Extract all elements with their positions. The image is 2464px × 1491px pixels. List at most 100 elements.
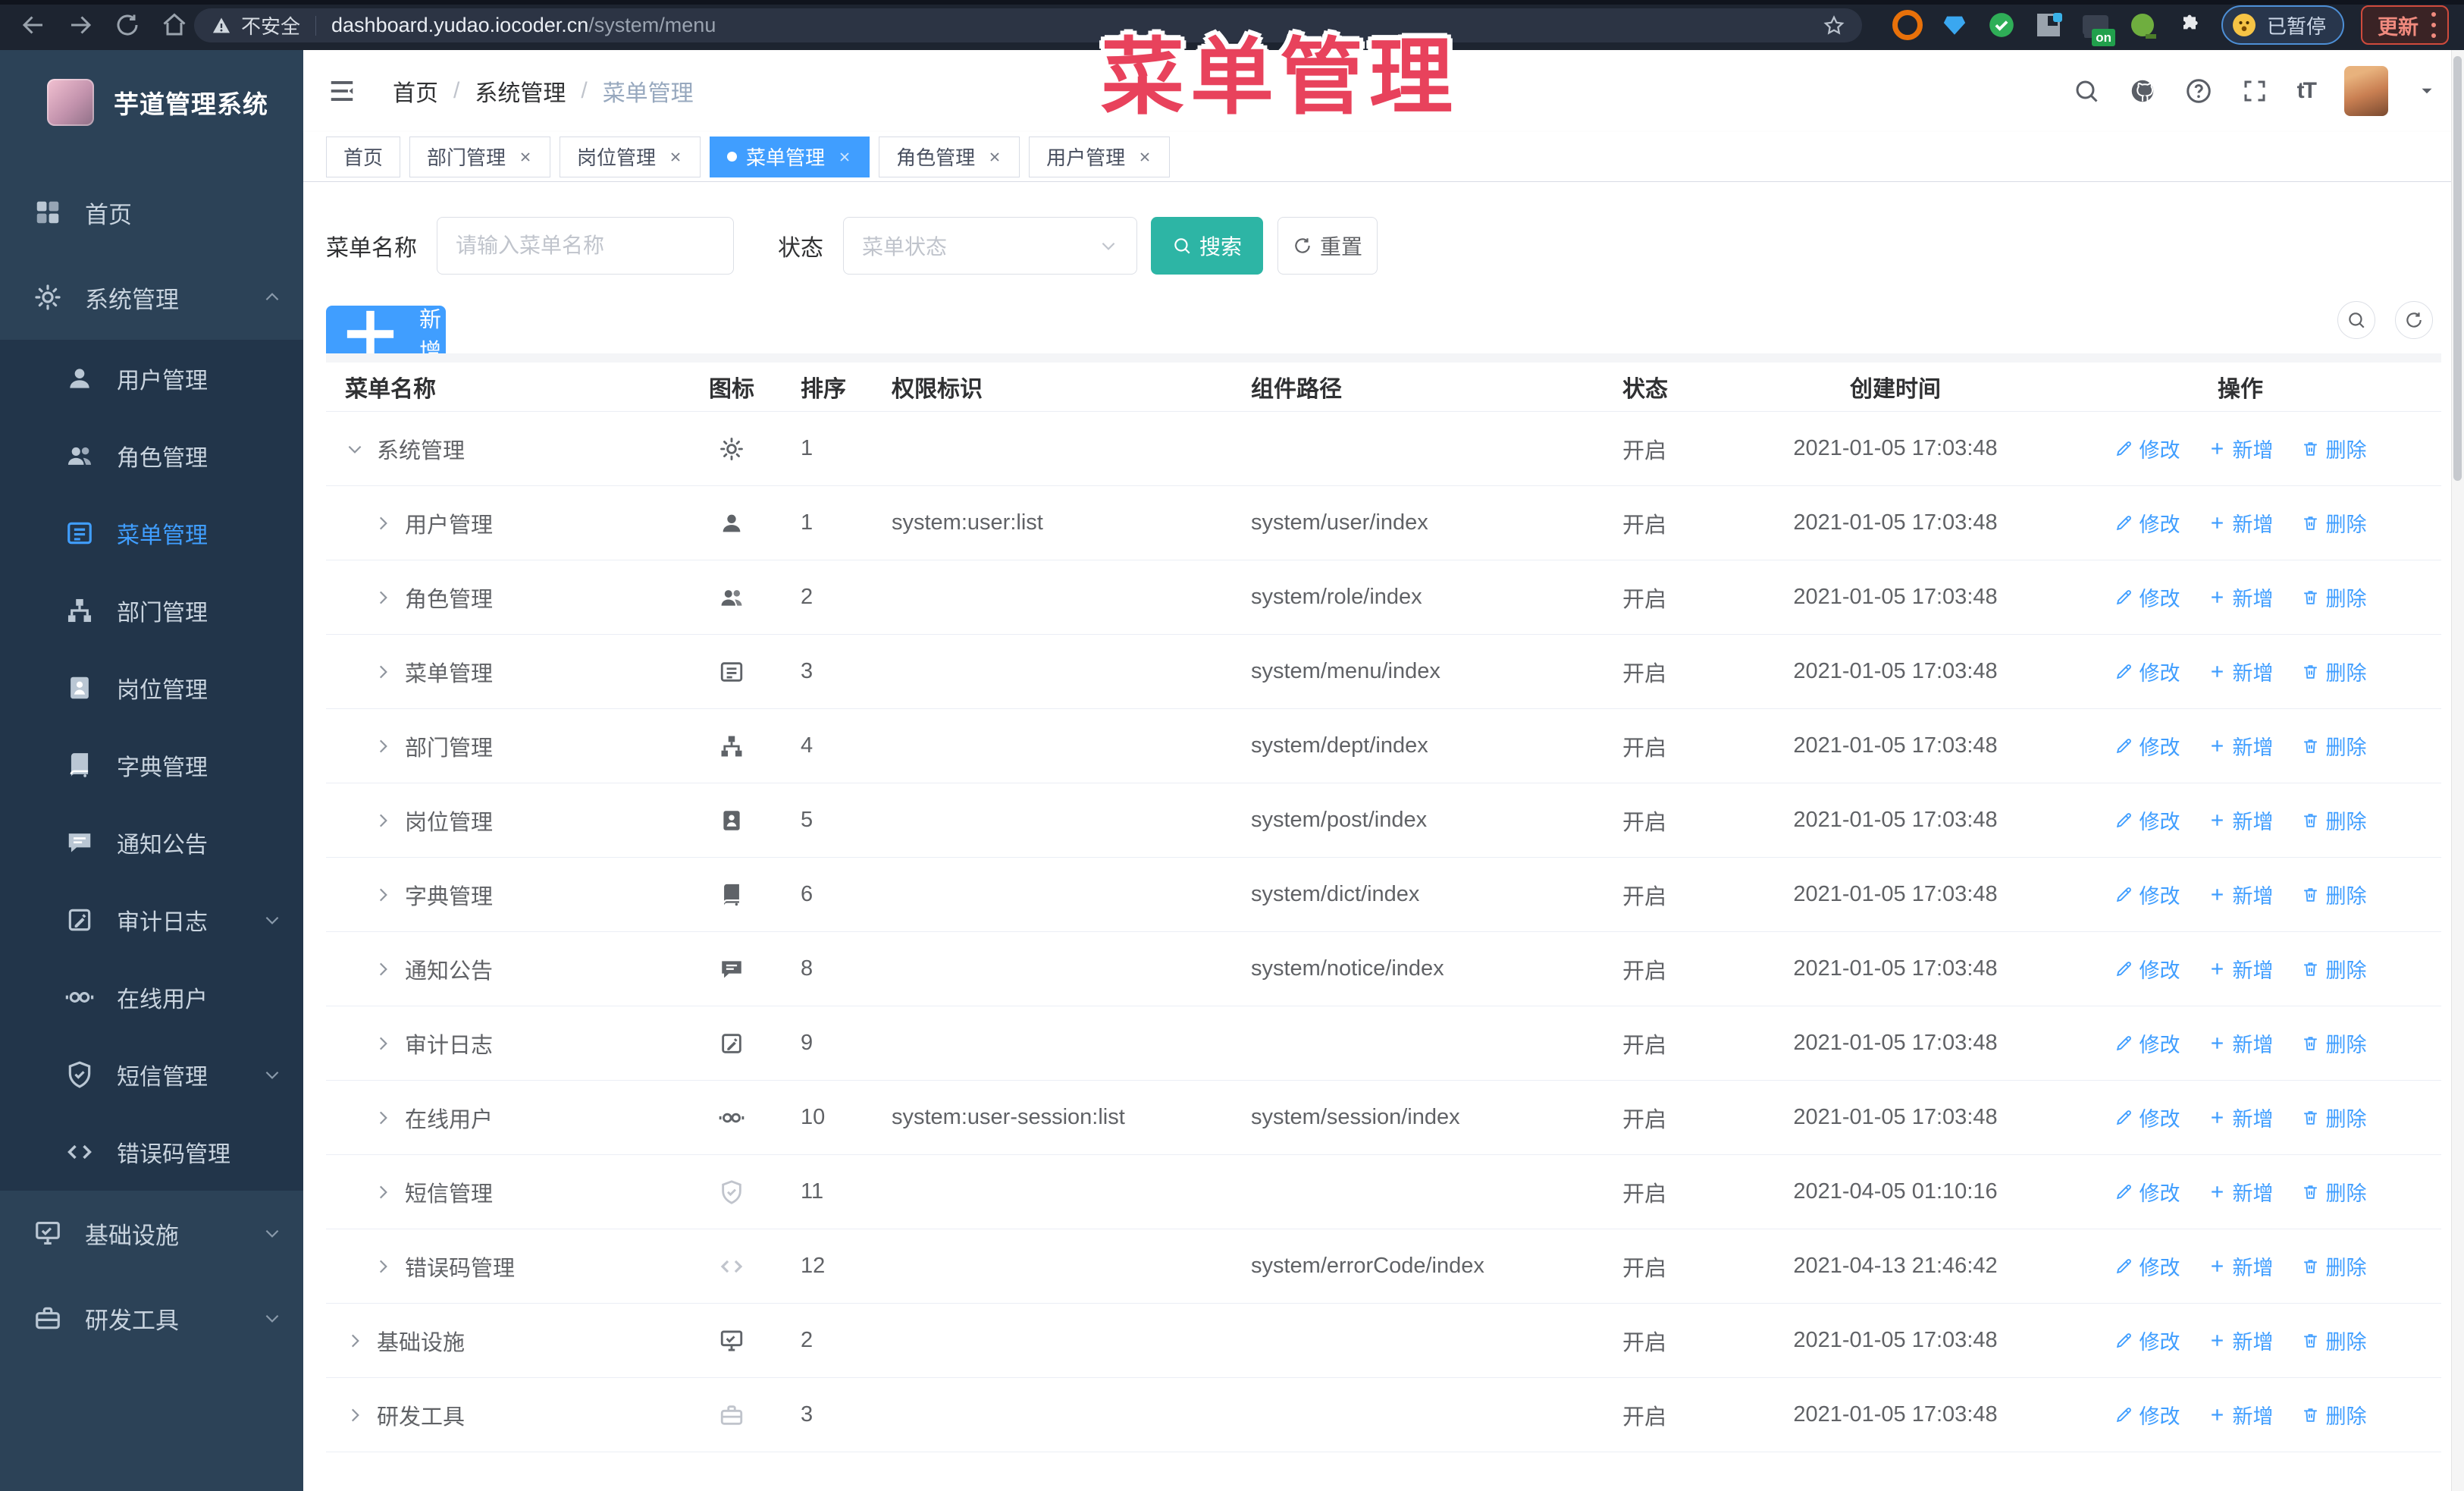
extensions-puzzle-icon[interactable] [2174, 10, 2205, 40]
add-child-link[interactable]: 新增 [2208, 582, 2274, 612]
breadcrumb-item-2[interactable]: 系统管理 [475, 74, 566, 108]
tab-5[interactable]: 角色管理 [879, 136, 1020, 177]
edit-link[interactable]: 修改 [2114, 657, 2180, 686]
edit-link[interactable]: 修改 [2114, 805, 2180, 835]
edit-link[interactable]: 修改 [2114, 1251, 2180, 1281]
logo-row[interactable]: 芋道管理系统 [0, 50, 303, 144]
close-icon[interactable] [1137, 149, 1152, 165]
sidebar-item-11[interactable]: 在线用户 [0, 959, 303, 1036]
sidebar-item-8[interactable]: 字典管理 [0, 727, 303, 804]
sidebar-item-14[interactable]: 基础设施 [0, 1191, 303, 1276]
sidebar-item-9[interactable]: 通知公告 [0, 804, 303, 881]
delete-link[interactable]: 删除 [2301, 1177, 2367, 1207]
github-icon[interactable] [2129, 77, 2156, 105]
add-child-link[interactable]: 新增 [2208, 434, 2274, 463]
delete-link[interactable]: 删除 [2301, 508, 2367, 538]
edit-link[interactable]: 修改 [2114, 1028, 2180, 1058]
add-child-link[interactable]: 新增 [2208, 1103, 2274, 1132]
close-icon[interactable] [837, 149, 852, 165]
forward-icon[interactable] [67, 11, 94, 39]
hamburger-icon[interactable] [328, 77, 356, 105]
delete-link[interactable]: 删除 [2301, 1251, 2367, 1281]
edit-link[interactable]: 修改 [2114, 434, 2180, 463]
add-child-link[interactable]: 新增 [2208, 1251, 2274, 1281]
refresh-table-button[interactable] [2395, 301, 2433, 339]
bookmark-star-icon[interactable] [1823, 14, 1845, 37]
sidebar-item-2[interactable]: 系统管理 [0, 255, 303, 340]
tab-1[interactable]: 首页 [326, 136, 401, 177]
add-child-link[interactable]: 新增 [2208, 731, 2274, 761]
edit-link[interactable]: 修改 [2114, 508, 2180, 538]
tab-2[interactable]: 部门管理 [409, 136, 551, 177]
sidebar-item-4[interactable]: 角色管理 [0, 417, 303, 494]
delete-link[interactable]: 删除 [2301, 657, 2367, 686]
breadcrumb-item-1[interactable]: 首页 [393, 74, 438, 108]
sidebar-item-1[interactable]: 首页 [0, 170, 303, 255]
tab-4[interactable]: 菜单管理 [710, 136, 870, 177]
scrollbar-thumb[interactable] [2453, 56, 2462, 481]
add-child-link[interactable]: 新增 [2208, 1177, 2274, 1207]
delete-link[interactable]: 删除 [2301, 880, 2367, 909]
add-child-link[interactable]: 新增 [2208, 657, 2274, 686]
delete-link[interactable]: 删除 [2301, 1028, 2367, 1058]
address-bar[interactable]: 不安全 dashboard.yudao.iocoder.cn /system/m… [194, 8, 1862, 42]
edit-link[interactable]: 修改 [2114, 1177, 2180, 1207]
reset-button[interactable]: 重置 [1277, 217, 1378, 275]
reload-icon[interactable] [114, 11, 141, 39]
sidebar-item-3[interactable]: 用户管理 [0, 340, 303, 417]
browser-update-button[interactable]: 更新 [2361, 5, 2449, 45]
close-icon[interactable] [518, 149, 533, 165]
home-icon[interactable] [161, 11, 188, 39]
user-avatar[interactable] [2344, 66, 2388, 116]
delete-link[interactable]: 删除 [2301, 582, 2367, 612]
status-select[interactable]: 菜单状态 [843, 217, 1137, 275]
add-child-link[interactable]: 新增 [2208, 508, 2274, 538]
sidebar-item-7[interactable]: 岗位管理 [0, 649, 303, 727]
profile-paused-badge[interactable]: 已暂停 [2221, 5, 2344, 45]
add-child-link[interactable]: 新增 [2208, 880, 2274, 909]
edit-link[interactable]: 修改 [2114, 954, 2180, 984]
edit-link[interactable]: 修改 [2114, 1326, 2180, 1355]
delete-link[interactable]: 删除 [2301, 434, 2367, 463]
delete-link[interactable]: 删除 [2301, 731, 2367, 761]
back-icon[interactable] [20, 11, 47, 39]
edit-link[interactable]: 修改 [2114, 880, 2180, 909]
close-icon[interactable] [668, 149, 683, 165]
add-child-link[interactable]: 新增 [2208, 1028, 2274, 1058]
menu-name-input[interactable] [437, 217, 734, 275]
sidebar-item-12[interactable]: 短信管理 [0, 1036, 303, 1113]
font-size-icon[interactable]: tT [2297, 78, 2317, 104]
close-icon[interactable] [987, 149, 1002, 165]
help-icon[interactable] [2185, 77, 2212, 105]
user-caret-down-icon[interactable] [2417, 81, 2437, 101]
extension-check-icon[interactable] [1986, 10, 2017, 40]
page-scrollbar[interactable] [2451, 50, 2464, 1491]
toggle-search-button[interactable] [2337, 301, 2375, 339]
edit-link[interactable]: 修改 [2114, 582, 2180, 612]
fullscreen-icon[interactable] [2241, 77, 2268, 105]
tab-3[interactable]: 岗位管理 [560, 136, 701, 177]
add-child-link[interactable]: 新增 [2208, 805, 2274, 835]
sidebar-item-13[interactable]: 错误码管理 [0, 1113, 303, 1191]
edit-link[interactable]: 修改 [2114, 731, 2180, 761]
edit-link[interactable]: 修改 [2114, 1103, 2180, 1132]
delete-link[interactable]: 删除 [2301, 1326, 2367, 1355]
add-child-link[interactable]: 新增 [2208, 1326, 2274, 1355]
search-button[interactable]: 搜索 [1151, 217, 1263, 275]
sidebar-item-10[interactable]: 审计日志 [0, 881, 303, 959]
delete-link[interactable]: 删除 [2301, 1103, 2367, 1132]
kebab-menu-icon[interactable] [2431, 12, 2437, 38]
extension-orange-icon[interactable] [1892, 10, 1923, 40]
extension-gem-icon[interactable] [1939, 10, 1970, 40]
add-child-link[interactable]: 新增 [2208, 954, 2274, 984]
delete-link[interactable]: 删除 [2301, 954, 2367, 984]
edit-link[interactable]: 修改 [2114, 1400, 2180, 1430]
add-child-link[interactable]: 新增 [2208, 1400, 2274, 1430]
sidebar-item-6[interactable]: 部门管理 [0, 572, 303, 649]
sidebar-item-5[interactable]: 菜单管理 [0, 494, 303, 572]
delete-link[interactable]: 删除 [2301, 1400, 2367, 1430]
delete-link[interactable]: 删除 [2301, 805, 2367, 835]
sidebar-item-15[interactable]: 研发工具 [0, 1276, 303, 1361]
tab-6[interactable]: 用户管理 [1029, 136, 1171, 177]
extension-proxy-icon[interactable]: on [2080, 10, 2115, 46]
